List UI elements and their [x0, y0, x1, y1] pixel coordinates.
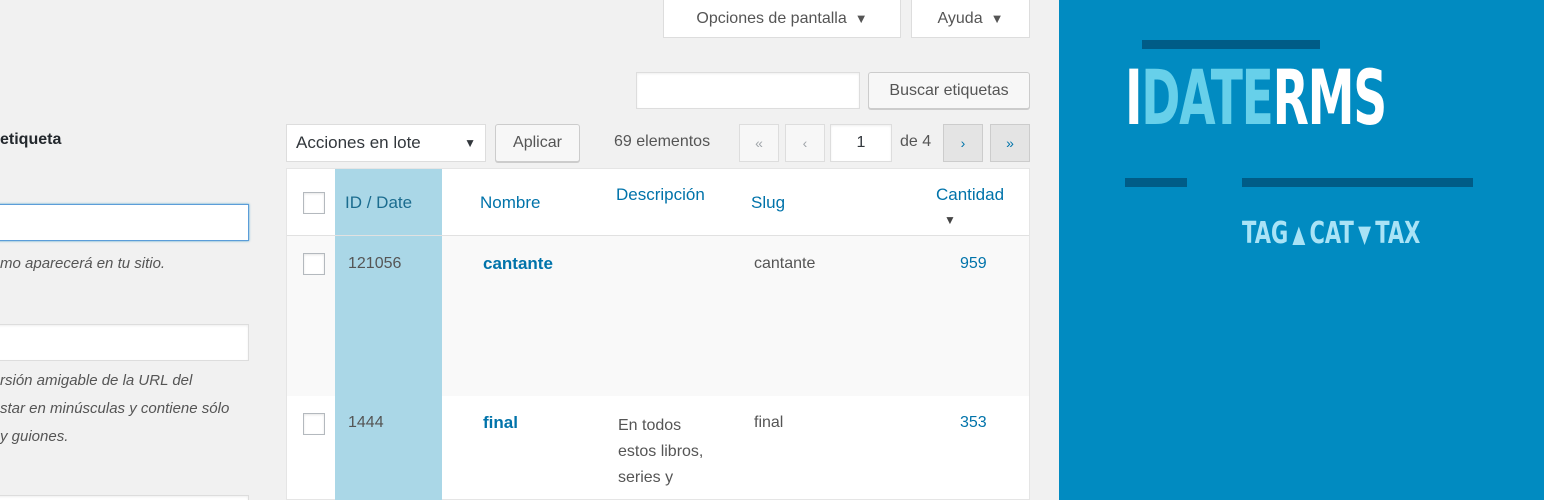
column-header-name[interactable]: Nombre	[480, 193, 540, 213]
row-id: 121056	[348, 255, 402, 272]
search-tags-button[interactable]: Buscar etiquetas	[868, 72, 1030, 109]
row-name-link[interactable]: cantante	[483, 254, 553, 274]
logo-bar-bottom-right	[1242, 178, 1473, 187]
tagline-cat: CAT	[1309, 216, 1354, 251]
first-page-button[interactable]: «	[739, 124, 779, 162]
current-page-input[interactable]	[830, 124, 892, 162]
description-line: estos libros,	[618, 443, 704, 460]
row-checkbox[interactable]	[303, 253, 325, 275]
caret-down-icon: ▼	[854, 11, 868, 26]
bulk-actions-value: Acciones en lote	[296, 133, 421, 152]
column-header-count[interactable]: Cantidad	[936, 185, 1004, 205]
help-label: Ayuda	[937, 9, 983, 27]
triangle-down-icon: ▼	[1358, 219, 1372, 248]
row-name-link[interactable]: final	[483, 413, 518, 433]
triangle-up-icon: ▲	[1292, 219, 1306, 248]
slug-help-line: star en minúsculas y contiene sólo	[0, 400, 230, 417]
column-header-description[interactable]: Descripción	[616, 185, 705, 205]
tags-table: ID / Date Nombre Descripción Slug Cantid…	[286, 168, 1030, 500]
prev-page-button[interactable]: ‹	[785, 124, 825, 162]
header-divider	[287, 235, 1029, 236]
row-checkbox[interactable]	[303, 413, 325, 435]
slug-help-line: y guiones.	[0, 428, 69, 445]
help-button[interactable]: Ayuda ▼	[911, 0, 1030, 38]
row-count-link[interactable]: 353	[960, 414, 987, 432]
next-page-button[interactable]: ›	[943, 124, 983, 162]
tagline-tax: TAX	[1375, 216, 1421, 251]
tag-slug-input[interactable]	[0, 324, 249, 361]
tag-name-input[interactable]	[0, 204, 249, 241]
row-slug: cantante	[754, 255, 816, 272]
dropdown-arrow-icon: ▼	[464, 136, 476, 150]
row-id: 1444	[348, 414, 384, 431]
slug-help-text: rsión amigable de la URL del star en min…	[0, 367, 229, 451]
plugin-banner: IDATERMS TAG ▲ CAT ▼ TAX	[1059, 0, 1544, 500]
column-header-id-date[interactable]: ID / Date	[345, 193, 412, 213]
select-all-checkbox[interactable]	[303, 192, 325, 214]
name-help-text: mo aparecerá en tu sitio.	[0, 255, 166, 272]
screen-options-label: Opciones de pantalla	[696, 9, 847, 27]
id-column-highlight	[335, 169, 442, 500]
plugin-logo: IDATERMS	[1125, 53, 1387, 142]
row-count-link[interactable]: 959	[960, 255, 987, 273]
row-description: En todos estos libros, series y	[618, 413, 728, 491]
description-line: series y	[618, 469, 674, 486]
screen-options-button[interactable]: Opciones de pantalla ▼	[663, 0, 901, 38]
tagline-tag: TAG	[1242, 216, 1289, 251]
apply-button[interactable]: Aplicar	[495, 124, 580, 162]
total-pages: de 4	[900, 133, 932, 150]
caret-down-icon: ▼	[990, 11, 1004, 26]
bulk-actions-select[interactable]: Acciones en lote ▼	[286, 124, 486, 162]
plugin-tagline: TAG ▲ CAT ▼ TAX	[1242, 216, 1420, 251]
add-tag-heading: etiqueta	[0, 131, 62, 148]
tag-description-input[interactable]	[0, 495, 249, 500]
sort-desc-icon: ▼	[944, 213, 956, 227]
items-count: 69 elementos	[614, 133, 711, 150]
row-slug: final	[754, 414, 784, 431]
last-page-button[interactable]: »	[990, 124, 1030, 162]
column-header-slug[interactable]: Slug	[751, 193, 785, 213]
slug-help-line: rsión amigable de la URL del	[0, 372, 193, 389]
search-input[interactable]	[636, 72, 860, 109]
logo-bar-bottom-left	[1125, 178, 1187, 187]
description-line: En todos	[618, 417, 682, 434]
logo-bar-top	[1142, 40, 1320, 49]
